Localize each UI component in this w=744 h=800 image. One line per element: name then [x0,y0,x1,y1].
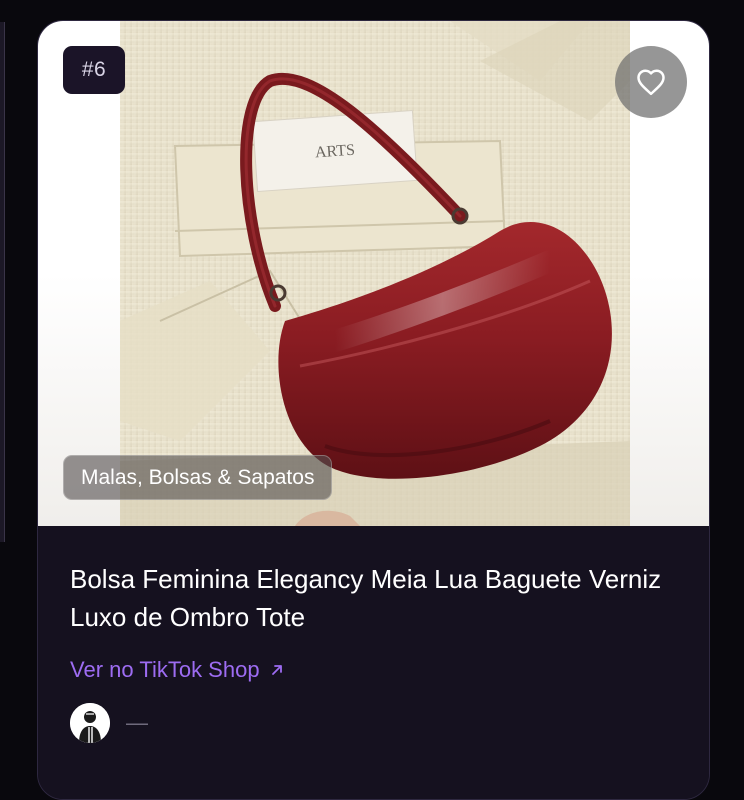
svg-text:ARTS: ARTS [314,142,355,162]
favorite-button[interactable] [615,46,687,118]
product-media[interactable]: ARTS #6 Malas, Bolsas & Sapatos [38,21,709,526]
rank-badge: #6 [63,46,125,94]
creator-avatar-image [70,703,110,743]
category-tag: Malas, Bolsas & Sapatos [63,455,333,500]
product-title: Bolsa Feminina Elegancy Meia Lua Baguete… [70,564,662,632]
previous-card-edge [0,22,5,542]
product-image: ARTS [120,21,630,526]
creator-name: — [126,710,148,735]
arrow-up-right-icon [271,665,282,675]
product-info: Bolsa Feminina Elegancy Meia Lua Baguete… [38,526,709,799]
product-card[interactable]: ARTS #6 Malas, Bolsas & Sapatos Bolsa Fe… [37,20,710,800]
creator-avatar[interactable] [70,703,110,743]
tiktok-shop-link[interactable]: Ver no TikTok Shop [70,657,284,683]
shop-link-label: Ver no TikTok Shop [70,657,260,682]
heart-icon [637,69,665,96]
